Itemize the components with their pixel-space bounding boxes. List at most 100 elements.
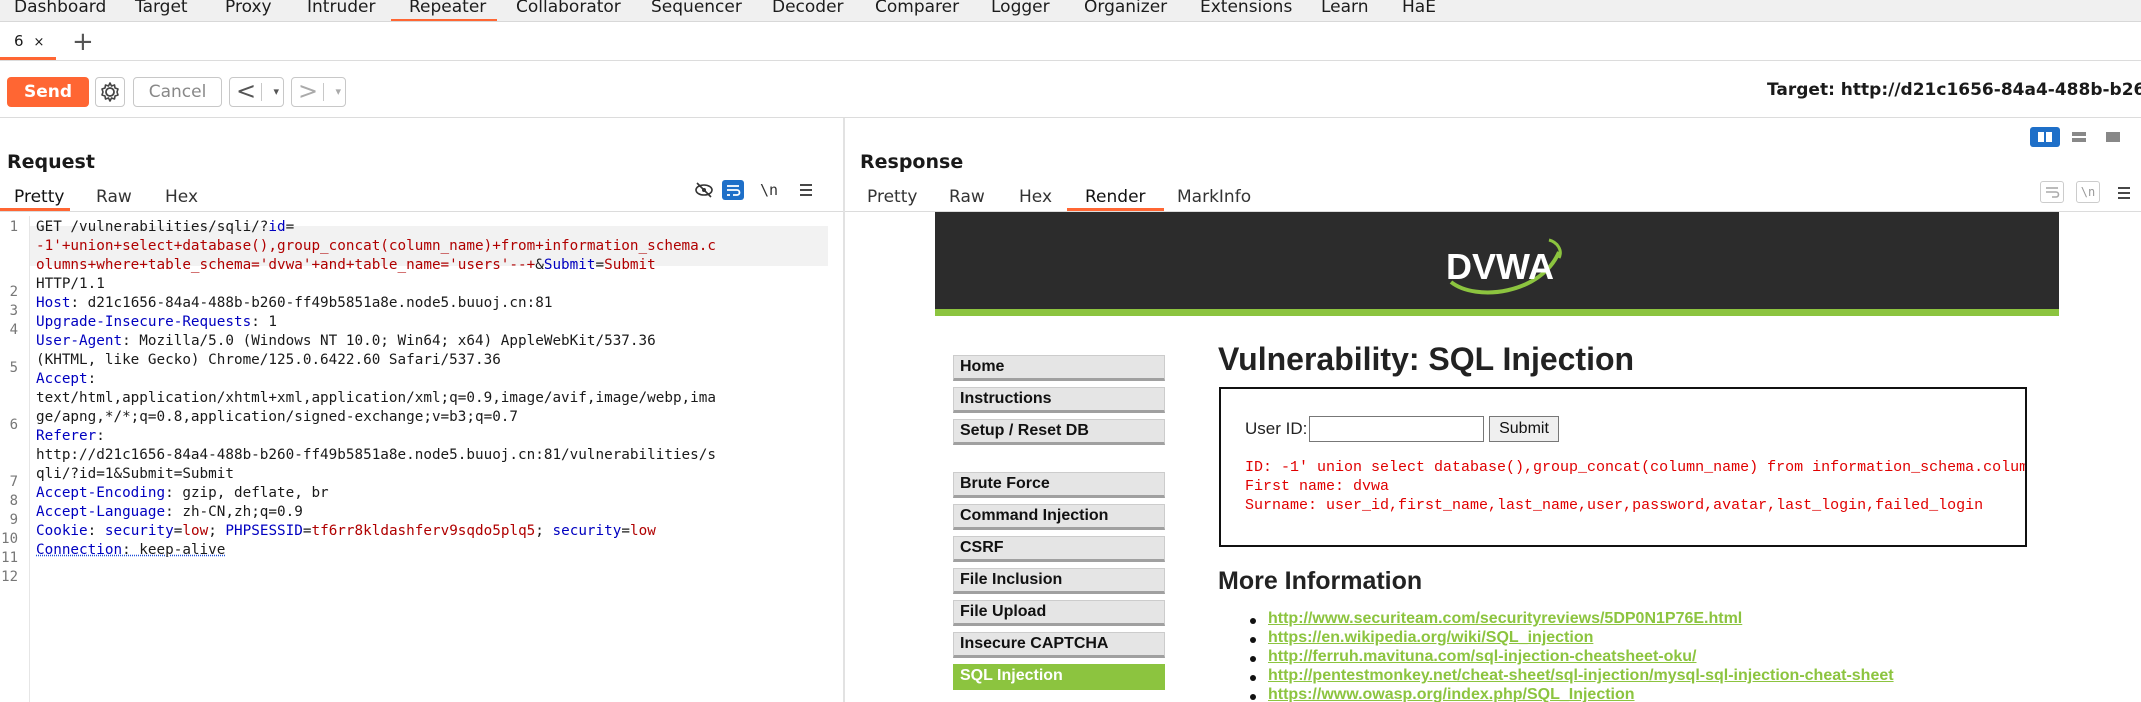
nav-decoder[interactable]: Decoder: [772, 0, 844, 21]
dvwa-header: DVWA: [935, 212, 2059, 316]
line-number: 1: [9, 219, 18, 235]
code-line: Accept-Encoding: gzip, deflate, br: [36, 485, 329, 501]
header-key: Cookie: [36, 523, 88, 539]
code-line: text/html,application/xhtml+xml,applicat…: [36, 390, 716, 406]
nav-proxy[interactable]: Proxy: [225, 0, 272, 21]
header-key: User-Agent: [36, 333, 123, 349]
param-name: Submit: [543, 257, 596, 273]
dropdown-icon[interactable]: ▾: [273, 78, 279, 106]
gear-icon: [101, 82, 119, 102]
line-number: 3: [9, 303, 18, 319]
result-first-name: First name: dvwa: [1245, 478, 1390, 495]
cookie-value: tf6rr8kldashferv9sqdo5plq5: [311, 523, 536, 539]
nav-sequencer[interactable]: Sequencer: [651, 0, 742, 21]
reference-link[interactable]: https://en.wikipedia.org/wiki/SQL_inject…: [1268, 629, 1593, 647]
header-value: :: [87, 371, 97, 387]
dvwa-logo: DVWA: [1446, 238, 1562, 295]
nav-extensions[interactable]: Extensions: [1200, 0, 1292, 21]
header-key: Accept-Language: [36, 504, 166, 520]
code-line: -1'+union+select+database(),group_concat…: [36, 238, 716, 254]
response-tab-render[interactable]: Render: [1085, 187, 1146, 207]
menu-instructions[interactable]: Instructions: [953, 387, 1165, 413]
settings-button[interactable]: [95, 77, 125, 107]
header-value: : gzip, deflate, br: [165, 485, 329, 501]
list-bullet: [1250, 618, 1256, 624]
nav-dashboard[interactable]: Dashboard: [14, 0, 106, 21]
button-divider: [261, 83, 262, 101]
line-number: 5: [9, 360, 18, 376]
newline-icon[interactable]: \n: [2076, 181, 2100, 203]
reference-link[interactable]: http://ferruh.mavituna.com/sql-injection…: [1268, 648, 1697, 666]
wrap-lines-icon[interactable]: [722, 180, 744, 200]
cancel-button[interactable]: Cancel: [133, 77, 222, 107]
request-tab-raw[interactable]: Raw: [96, 187, 132, 207]
code-line: http://d21c1656-84a4-488b-b260-ff49b5851…: [36, 447, 716, 463]
burp-window: Dashboard Target Proxy Intruder Repeater…: [0, 0, 2141, 702]
code-line: olumns+where+table_schema='dvwa'+and+tab…: [36, 257, 656, 273]
send-button[interactable]: Send: [7, 77, 89, 107]
menu-icon[interactable]: [2113, 183, 2135, 203]
repeater-tab-label: 6: [14, 32, 24, 50]
user-id-input[interactable]: [1309, 416, 1484, 442]
code-line: Cookie: security=low; PHPSESSID=tf6rr8kl…: [36, 523, 656, 539]
request-method-path: GET /vulnerabilities/sqli/?: [36, 219, 269, 235]
result-id: ID: -1' union select database(),group_co…: [1245, 459, 2027, 476]
code-line: Accept-Language: zh-CN,zh;q=0.9: [36, 504, 303, 520]
code-line: Connection: keep-alive: [36, 542, 225, 558]
menu-file-upload[interactable]: File Upload: [953, 600, 1165, 626]
reference-link[interactable]: http://pentestmonkey.net/cheat-sheet/sql…: [1268, 667, 1894, 685]
code-line: (KHTML, like Gecko) Chrome/125.0.6422.60…: [36, 352, 501, 368]
target-url[interactable]: Target: http://d21c1656-84a4-488b-b260-f…: [1767, 80, 2141, 100]
nav-logger[interactable]: Logger: [991, 0, 1050, 21]
code-line: qli/?id=1&Submit=Submit: [36, 466, 234, 482]
newline-icon[interactable]: \n: [758, 180, 780, 200]
add-tab-icon[interactable]: +: [72, 27, 94, 57]
nav-comparer[interactable]: Comparer: [875, 0, 959, 21]
header-key: Accept: [36, 371, 88, 387]
cookie-value: low: [182, 523, 209, 539]
nav-hae[interactable]: HaE: [1402, 0, 1436, 21]
reference-link[interactable]: http://www.securiteam.com/securityreview…: [1268, 610, 1742, 628]
code-line: Referer:: [36, 428, 105, 444]
request-editor[interactable]: 1 2 3 4 5 6 7 8 9 10 11 12 GET /vulnerab…: [0, 216, 843, 702]
wrap-lines-icon[interactable]: [2040, 181, 2064, 203]
response-tab-hex[interactable]: Hex: [1019, 187, 1052, 207]
request-tab-hex[interactable]: Hex: [165, 187, 198, 207]
menu-brute-force[interactable]: Brute Force: [953, 472, 1165, 498]
nav-organizer[interactable]: Organizer: [1084, 0, 1167, 21]
menu-setup-reset-db[interactable]: Setup / Reset DB: [953, 419, 1165, 445]
menu-home[interactable]: Home: [953, 355, 1165, 381]
response-tab-pretty[interactable]: Pretty: [867, 187, 917, 207]
reference-link[interactable]: https://www.owasp.org/index.php/SQL_Inje…: [1268, 686, 1635, 702]
nav-learn[interactable]: Learn: [1321, 0, 1369, 21]
user-id-label: User ID:: [1245, 419, 1308, 438]
equals: =: [285, 219, 295, 235]
menu-icon[interactable]: [795, 180, 817, 200]
nav-target[interactable]: Target: [135, 0, 188, 21]
nav-intruder[interactable]: Intruder: [307, 0, 375, 21]
hide-nonprintable-icon[interactable]: [693, 180, 715, 200]
back-button[interactable]: < ▾: [229, 77, 284, 107]
rendered-page: DVWA Home Instructions Setup / Reset DB …: [845, 212, 2141, 702]
list-bullet: [1250, 656, 1256, 662]
close-icon[interactable]: ×: [34, 35, 45, 50]
menu-sql-injection[interactable]: SQL Injection: [953, 664, 1165, 690]
line-number: 8: [9, 493, 18, 509]
code-line: Accept:: [36, 371, 96, 387]
line-number: 7: [9, 474, 18, 490]
dropdown-icon[interactable]: ▾: [335, 78, 341, 106]
menu-file-inclusion[interactable]: File Inclusion: [953, 568, 1165, 594]
repeater-tab[interactable]: 6 ×: [0, 23, 56, 60]
menu-insecure-captcha[interactable]: Insecure CAPTCHA: [953, 632, 1165, 658]
nav-collaborator[interactable]: Collaborator: [516, 0, 621, 21]
code-line: GET /vulnerabilities/sqli/?id=: [36, 219, 294, 235]
response-tab-markinfo[interactable]: MarkInfo: [1177, 187, 1251, 207]
submit-button[interactable]: Submit: [1489, 416, 1559, 442]
request-pane: Request Pretty Raw Hex \n 1 2 3 4 5 6 7 …: [0, 118, 843, 702]
menu-csrf[interactable]: CSRF: [953, 536, 1165, 562]
request-tab-pretty[interactable]: Pretty: [14, 187, 64, 207]
forward-button[interactable]: > ▾: [291, 77, 346, 107]
list-bullet: [1250, 694, 1256, 700]
response-tab-raw[interactable]: Raw: [949, 187, 985, 207]
menu-command-injection[interactable]: Command Injection: [953, 504, 1165, 530]
